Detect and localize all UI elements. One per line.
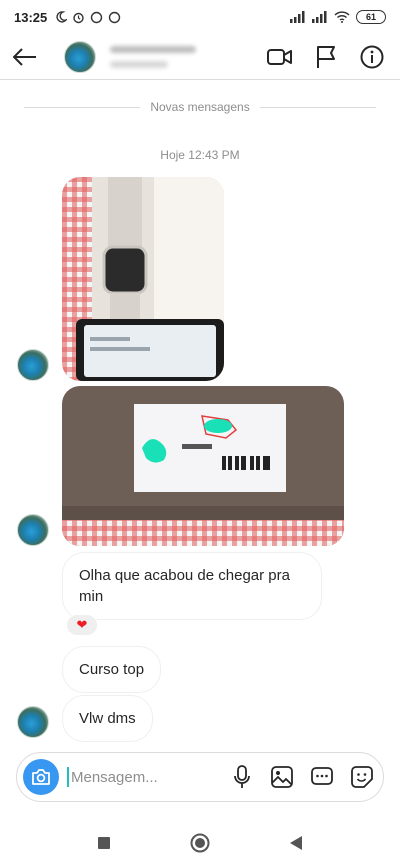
signal-icon: [290, 11, 305, 23]
sender-avatar[interactable]: [17, 514, 49, 546]
alarm-icon: [73, 12, 84, 23]
status-time: 13:25: [14, 9, 48, 25]
message-input[interactable]: [71, 768, 201, 786]
message-text: Olha que acabou de chegar pra min: [79, 567, 290, 605]
flag-icon: [317, 45, 335, 68]
new-messages-label: Novas mensagens: [150, 100, 250, 114]
video-call-button[interactable]: [266, 43, 294, 71]
sender-avatar[interactable]: [17, 349, 49, 381]
recents-button[interactable]: [93, 832, 115, 854]
status-notification-icons: [55, 11, 121, 24]
chat-options-button[interactable]: [309, 764, 335, 790]
system-navigation-bar: [0, 820, 400, 866]
redacted-name: [110, 45, 196, 53]
info-icon: [360, 45, 384, 68]
message-bubble[interactable]: Vlw dms: [62, 695, 153, 742]
report-button[interactable]: [312, 43, 340, 71]
heart-reaction[interactable]: ❤: [66, 614, 98, 636]
message-bubble[interactable]: Olha que acabou de chegar pra min: [62, 552, 322, 620]
message-timestamp: Hoje 12:43 PM: [160, 148, 240, 162]
moon-icon: [56, 11, 68, 23]
whatsapp-icon: [91, 11, 103, 23]
video-call-icon: [267, 48, 292, 65]
wifi-icon: [334, 11, 350, 23]
package-label-photo: [62, 386, 344, 546]
camera-icon: [32, 769, 50, 785]
gallery-button[interactable]: [269, 764, 295, 790]
smartwatch-box-photo: [62, 177, 224, 381]
sticker-icon: [351, 766, 373, 788]
header-actions: [266, 43, 400, 71]
contact-avatar[interactable]: [64, 40, 96, 73]
home-circle-icon: [190, 833, 210, 853]
battery-indicator: 61: [356, 10, 386, 24]
chat-header: [0, 34, 400, 80]
text-cursor: [67, 767, 69, 787]
gallery-icon: [271, 766, 293, 788]
chat-options-icon: [311, 767, 333, 785]
info-button[interactable]: [358, 43, 386, 71]
heart-icon: ❤: [76, 617, 88, 632]
message-text: Curso top: [79, 661, 145, 678]
sender-avatar[interactable]: [17, 706, 49, 738]
arrow-left-icon: [13, 47, 36, 66]
message-text: Vlw dms: [79, 710, 136, 727]
back-triangle-icon: [290, 836, 302, 850]
voice-message-button[interactable]: [229, 764, 255, 790]
composer-actions: [229, 764, 375, 790]
signal-icon-2: [312, 11, 327, 23]
camera-button[interactable]: [23, 759, 59, 795]
sticker-button[interactable]: [349, 764, 375, 790]
whatsapp-icon-2: [109, 11, 121, 23]
message-composer: [16, 752, 384, 802]
redacted-status: [110, 60, 168, 68]
message-bubble[interactable]: Curso top: [62, 646, 162, 693]
message-photo-package[interactable]: [62, 386, 344, 546]
new-messages-divider: Novas mensagens: [24, 100, 377, 114]
contact-name-redacted[interactable]: [110, 45, 196, 68]
recents-square-icon: [98, 837, 110, 849]
status-bar: 13:25 61: [0, 0, 400, 34]
status-system-icons: 61: [290, 10, 386, 24]
message-photo-smartwatch[interactable]: [62, 177, 224, 381]
home-button[interactable]: [189, 832, 211, 854]
back-nav-button[interactable]: [285, 832, 307, 854]
microphone-icon: [234, 765, 250, 788]
back-button[interactable]: [0, 34, 50, 80]
